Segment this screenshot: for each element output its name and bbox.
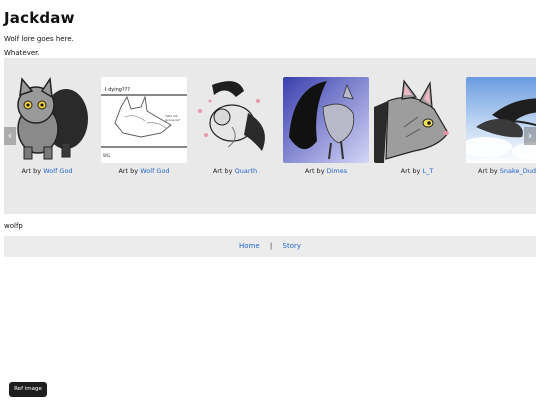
art-credit: Art by L_T [374, 167, 460, 175]
gallery-card[interactable]: Art by Wolf God [4, 77, 90, 175]
gallery-card[interactable]: Art by Quarth [192, 77, 278, 175]
gallery-card[interactable]: Art by Dimes [283, 77, 369, 175]
artist-link[interactable]: Quarth [235, 167, 258, 175]
credit-prefix: Art by [212, 167, 233, 175]
ref-image-button[interactable]: Ref image [9, 382, 47, 397]
svg-text:WG: WG [103, 153, 110, 158]
gallery-image-wolf-flying[interactable] [466, 77, 536, 163]
page-title: Jackdaw [4, 9, 75, 27]
gallery-card[interactable]: Art by L_T [374, 77, 460, 175]
credit-prefix: Art by [118, 167, 139, 175]
carousel-next-button[interactable]: › [524, 127, 536, 145]
artist-link[interactable]: Wolf God [43, 167, 72, 175]
credit-prefix: Art by [21, 167, 42, 175]
footer-text: wolfp [4, 222, 23, 230]
art-credit: Art by Quarth [192, 167, 278, 175]
credit-prefix: Art by [477, 167, 498, 175]
gallery-card[interactable]: I dying??? *still not gonna lie* WG Art … [101, 77, 187, 175]
gallery-image-curled-wolf[interactable] [192, 77, 278, 163]
artist-link[interactable]: Dimes [327, 167, 348, 175]
gallery-image-chibi-wolf[interactable] [4, 77, 90, 163]
footer-nav: Home | Story [4, 236, 536, 257]
lore-text: Wolf lore goes here. [4, 35, 74, 43]
art-credit: Art by Wolf God [4, 167, 90, 175]
svg-text:I dying???: I dying??? [105, 87, 130, 93]
svg-text:gonna lie*: gonna lie* [165, 118, 181, 122]
credit-prefix: Art by [400, 167, 421, 175]
subtitle-text: Whatever. [4, 49, 40, 57]
artist-link[interactable]: Snake_Dude [500, 167, 536, 175]
artist-link[interactable]: Wolf God [140, 167, 169, 175]
artist-link[interactable]: L_T [422, 167, 433, 175]
art-gallery: Art by Wolf God I dying??? *still not go… [4, 58, 536, 214]
nav-home-link[interactable]: Home [239, 242, 260, 250]
gallery-image-winged-wolf[interactable] [283, 77, 369, 163]
credit-prefix: Art by [304, 167, 325, 175]
carousel-prev-button[interactable]: ‹ [4, 127, 16, 145]
nav-story-link[interactable]: Story [283, 242, 302, 250]
nav-separator: | [269, 242, 273, 250]
art-credit: Art by Wolf God [101, 167, 187, 175]
gallery-image-wolf-headshot[interactable] [374, 77, 460, 163]
gallery-card[interactable]: Art by Snake_Dude [466, 77, 536, 175]
art-credit: Art by Dimes [283, 167, 369, 175]
art-credit: Art by Snake_Dude [466, 167, 536, 175]
gallery-image-sketch-wolf[interactable]: I dying??? *still not gonna lie* WG [101, 77, 187, 163]
